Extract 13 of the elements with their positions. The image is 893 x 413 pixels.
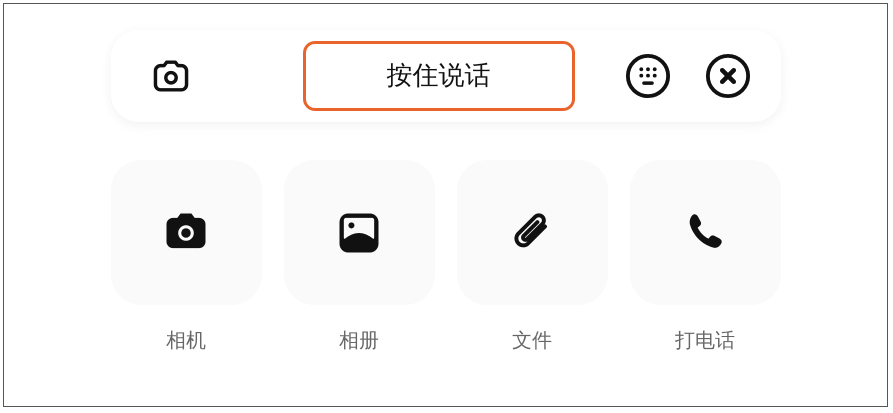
action-label: 相机 xyxy=(166,327,206,354)
keyboard-button[interactable] xyxy=(624,53,670,99)
close-icon xyxy=(704,53,750,99)
action-tile[interactable] xyxy=(630,160,780,305)
hold-to-talk-button[interactable]: 按住说话 xyxy=(302,41,574,111)
action-tile[interactable] xyxy=(456,160,608,305)
action-label: 打电话 xyxy=(675,327,735,354)
close-button[interactable] xyxy=(704,53,750,99)
action-tile[interactable] xyxy=(110,160,262,305)
action-tile[interactable] xyxy=(284,160,434,305)
action-label: 文件 xyxy=(512,327,552,354)
keyboard-icon xyxy=(624,53,670,99)
action-label: 相册 xyxy=(339,327,379,354)
